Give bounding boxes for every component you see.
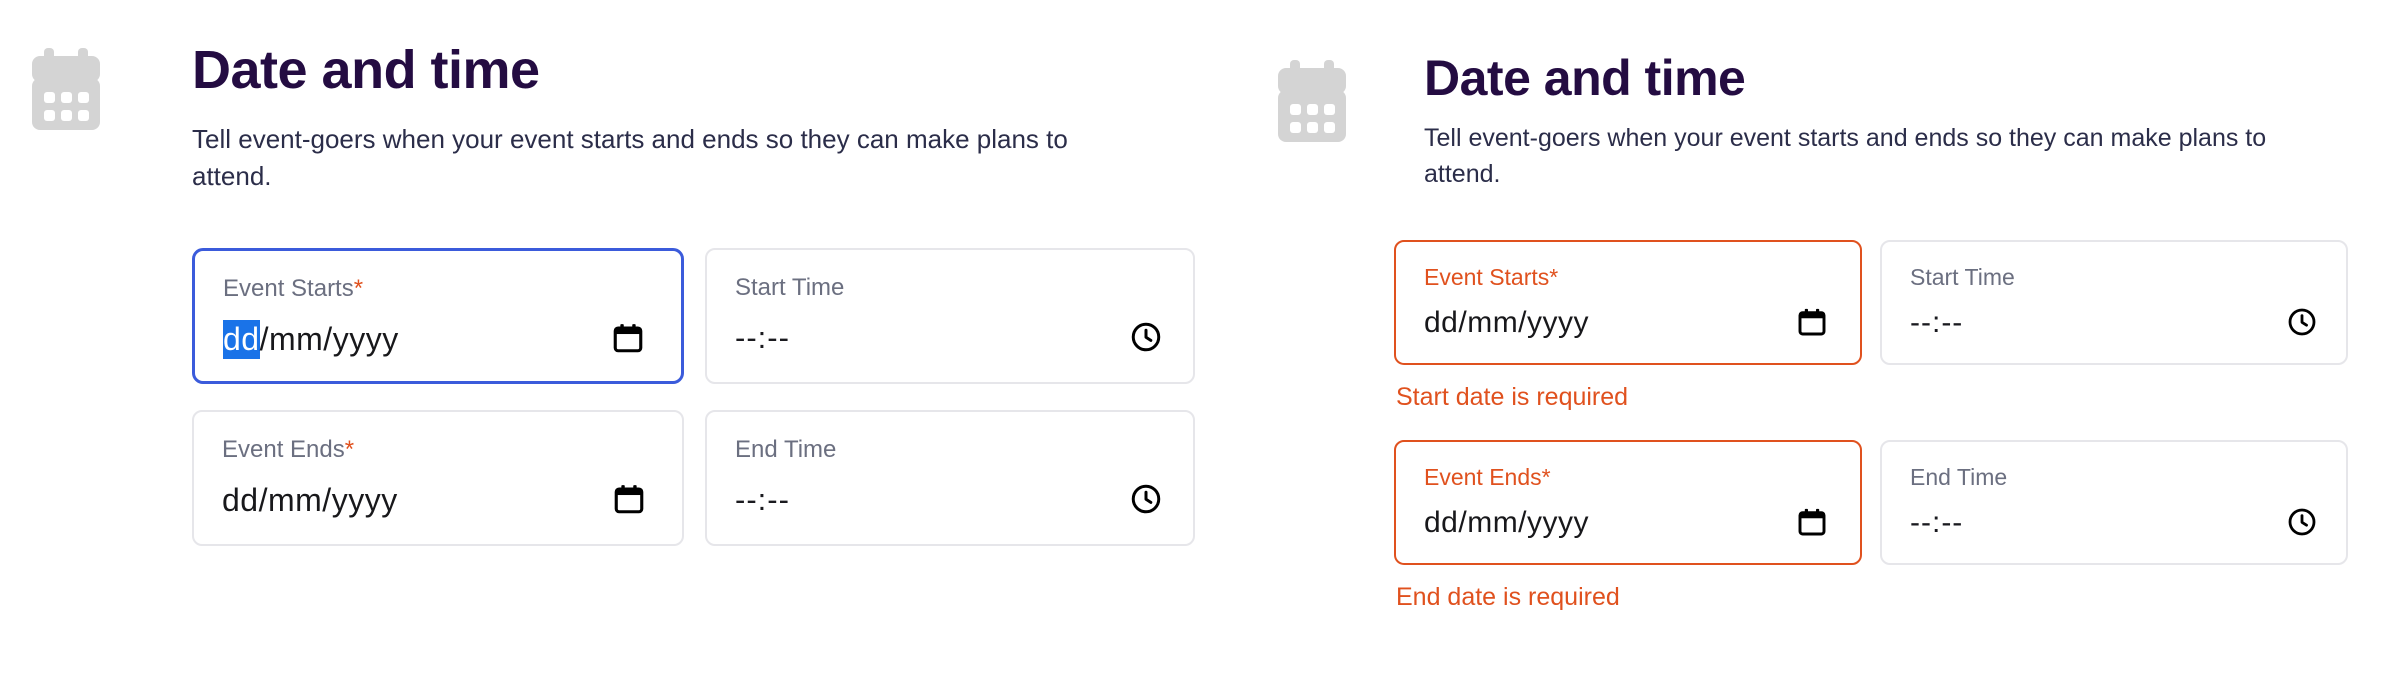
field-value-start-time[interactable]: --:-- <box>1910 306 1963 340</box>
calendar-picker-icon[interactable] <box>611 321 645 355</box>
calendar-picker-icon[interactable] <box>1796 306 1828 338</box>
field-end-time[interactable]: End Time --:-- <box>1880 440 2348 565</box>
field-label-text: Start Time <box>1910 264 2015 290</box>
field-label-end-time: End Time <box>735 436 836 464</box>
clock-picker-icon[interactable] <box>1129 482 1163 516</box>
required-asterisk: * <box>344 436 355 463</box>
page-title: Date and time <box>1424 50 1746 106</box>
field-label-text: Start Time <box>735 274 845 301</box>
field-value-event-starts[interactable]: dd/mm/yyyy <box>1424 306 1589 340</box>
calendar-picker-icon[interactable] <box>1796 506 1828 538</box>
field-label-text: End Time <box>1910 464 2008 490</box>
field-event-starts[interactable]: Event Starts* dd/mm/yyyy <box>192 248 684 384</box>
field-event-ends[interactable]: Event Ends* dd/mm/yyyy <box>1394 440 1862 565</box>
clock-picker-icon[interactable] <box>2286 506 2318 538</box>
field-value-end-time[interactable]: --:-- <box>1910 506 1963 540</box>
error-message-start-date: Start date is required <box>1396 383 1629 411</box>
field-start-time[interactable]: Start Time --:-- <box>1880 240 2348 365</box>
selected-date-segment[interactable]: dd <box>223 320 260 359</box>
date-time-panel-default: Date and time Tell event-goers when your… <box>0 0 1240 675</box>
field-value-event-ends[interactable]: dd/mm/yyyy <box>222 482 398 519</box>
field-start-time[interactable]: Start Time --:-- <box>705 248 1195 384</box>
required-asterisk: * <box>353 275 364 302</box>
field-event-starts[interactable]: Event Starts* dd/mm/yyyy <box>1394 240 1862 365</box>
field-label-text: Event Ends <box>222 436 345 463</box>
field-label-event-starts: Event Starts* <box>1424 264 1558 291</box>
field-label-event-ends: Event Ends* <box>1424 464 1551 491</box>
field-label-text: End Time <box>735 436 837 463</box>
page-title: Date and time <box>192 40 540 100</box>
field-value-end-time[interactable]: --:-- <box>735 482 790 518</box>
field-label-end-time: End Time <box>1910 464 2007 491</box>
field-value-start-time[interactable]: --:-- <box>735 320 790 356</box>
date-time-panel-error: Date and time Tell event-goers when your… <box>1240 0 2400 675</box>
date-remaining-segments[interactable]: /mm/yyyy <box>260 321 399 357</box>
page-description: Tell event-goers when your event starts … <box>1424 124 2267 188</box>
panel-header-text: Date and time Tell event-goers when your… <box>1424 52 2384 192</box>
page-description: Tell event-goers when your event starts … <box>192 124 1068 192</box>
field-label-text: Event Ends <box>1424 464 1542 490</box>
field-label-text: Event Starts <box>223 275 354 302</box>
calendar-illustration-icon <box>1276 60 1348 142</box>
field-end-time[interactable]: End Time --:-- <box>705 410 1195 546</box>
required-asterisk: * <box>1549 264 1559 290</box>
field-value-event-starts[interactable]: dd/mm/yyyy <box>223 320 399 359</box>
clock-picker-icon[interactable] <box>2286 306 2318 338</box>
field-label-start-time: Start Time <box>735 274 844 302</box>
clock-picker-icon[interactable] <box>1129 320 1163 354</box>
error-message-end-date: End date is required <box>1396 583 1620 611</box>
field-label-event-starts: Event Starts* <box>223 275 363 303</box>
required-asterisk: * <box>1541 464 1551 490</box>
field-label-start-time: Start Time <box>1910 264 2015 291</box>
field-label-text: Event Starts <box>1424 264 1550 290</box>
calendar-illustration-icon <box>30 48 102 130</box>
panel-header-text: Date and time Tell event-goers when your… <box>192 40 1192 195</box>
screenshot-root: Date and time Tell event-goers when your… <box>0 0 2400 675</box>
calendar-picker-icon[interactable] <box>612 482 646 516</box>
field-value-event-ends[interactable]: dd/mm/yyyy <box>1424 506 1589 540</box>
field-event-ends[interactable]: Event Ends* dd/mm/yyyy <box>192 410 684 546</box>
field-label-event-ends: Event Ends* <box>222 436 354 464</box>
